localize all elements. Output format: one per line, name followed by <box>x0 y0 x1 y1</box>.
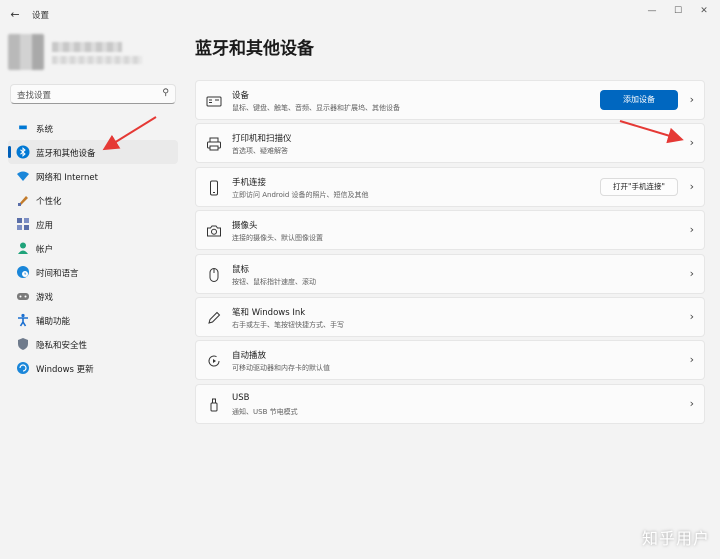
sidebar-item-network[interactable]: 网络和 Internet <box>8 164 178 188</box>
search-icon: ⚲ <box>162 88 169 98</box>
card-title: 打印机和扫描仪 <box>232 134 292 145</box>
camera-icon <box>206 223 222 239</box>
sidebar-item-label: 系统 <box>36 125 54 135</box>
shield-icon <box>16 337 30 351</box>
watermark: 知乎用户 <box>641 529 710 548</box>
card-title: 摄像头 <box>232 221 258 232</box>
account-name-blurred <box>52 42 122 52</box>
sidebar-item-label: 帐户 <box>36 245 54 255</box>
back-arrow-icon[interactable]: ← <box>8 8 22 22</box>
search-input[interactable]: 查找设置 ⚲ <box>10 84 176 104</box>
card-title: 设备 <box>232 91 250 101</box>
chevron-right-icon: › <box>689 93 694 106</box>
card-subtitle: 鼠标、键盘、触笔、音频、显示器和扩展坞、其他设备 <box>232 104 400 112</box>
sidebar-item-label: 时间和语言 <box>36 269 79 279</box>
card-camera[interactable]: 摄像头 连接的摄像头、默认图像设置 › <box>195 210 705 251</box>
sidebar-item-accessibility[interactable]: 辅助功能 <box>8 308 178 332</box>
gamepad-icon <box>16 289 30 303</box>
sidebar-item-time-language[interactable]: 时间和语言 <box>8 260 178 284</box>
mouse-icon <box>206 267 222 283</box>
app-title: 设置 <box>32 11 50 21</box>
sidebar-item-personalization[interactable]: 个性化 <box>8 188 178 212</box>
printer-icon <box>206 136 222 152</box>
card-title: 手机连接 <box>232 177 267 188</box>
account-icon <box>16 241 30 255</box>
chevron-right-icon: › <box>689 266 694 280</box>
devices-icon <box>206 93 222 109</box>
sidebar-item-accounts[interactable]: 帐户 <box>8 236 178 260</box>
sidebar-item-apps[interactable]: 应用 <box>8 212 178 236</box>
card-pen-ink[interactable]: 笔和 Windows Ink 右手或左手、笔按钮快捷方式、手写 › <box>195 296 705 337</box>
chevron-right-icon: › <box>689 223 694 237</box>
card-title: 鼠标 <box>232 264 250 275</box>
chevron-right-icon: › <box>689 396 694 410</box>
accessibility-icon <box>16 313 30 327</box>
card-title: USB <box>232 392 250 403</box>
bluetooth-icon <box>16 145 30 159</box>
sidebar-item-label: 网络和 Internet <box>36 173 98 183</box>
card-subtitle: 通知、USB 节电模式 <box>232 407 298 416</box>
minimize-button[interactable]: — <box>642 4 662 18</box>
sidebar-item-label: 蓝牙和其他设备 <box>36 149 96 159</box>
chevron-right-icon: › <box>689 309 694 323</box>
usb-icon <box>206 397 222 413</box>
search-placeholder: 查找设置 <box>17 91 52 101</box>
apps-icon <box>16 217 30 231</box>
page-title: 蓝牙和其他设备 <box>195 39 314 59</box>
card-subtitle: 右手或左手、笔按钮快捷方式、手写 <box>232 320 344 329</box>
globe-clock-icon <box>16 265 30 279</box>
card-phone-link[interactable]: 手机连接 立即访问 Android 设备的照片、短信及其他 打开"手机连接" › <box>195 166 705 207</box>
card-subtitle: 可移动驱动器和内存卡的默认值 <box>232 364 330 373</box>
card-title: 笔和 Windows Ink <box>232 307 306 318</box>
pen-icon <box>206 310 222 326</box>
card-title: 自动播放 <box>232 351 267 362</box>
sidebar-item-label: 游戏 <box>36 293 54 303</box>
chevron-right-icon: › <box>689 179 694 193</box>
chevron-right-icon: › <box>689 353 694 367</box>
card-printers[interactable]: 打印机和扫描仪 首选项、疑难解答 › <box>195 123 705 164</box>
close-button[interactable]: ✕ <box>694 4 714 18</box>
account-email-blurred <box>52 56 142 64</box>
sidebar-item-label: 个性化 <box>36 197 62 207</box>
sidebar-item-privacy[interactable]: 隐私和安全性 <box>8 332 178 356</box>
card-autoplay[interactable]: 自动播放 可移动驱动器和内存卡的默认值 › <box>195 340 705 381</box>
sidebar-item-bluetooth[interactable]: 蓝牙和其他设备 <box>8 140 178 164</box>
open-phone-link-button[interactable]: 打开"手机连接" <box>600 177 678 196</box>
card-subtitle: 首选项、疑难解答 <box>232 147 288 156</box>
brush-icon <box>16 193 30 207</box>
card-devices[interactable]: 设备 鼠标、键盘、触笔、音频、显示器和扩展坞、其他设备 添加设备 › <box>195 80 705 120</box>
wifi-icon <box>16 169 30 183</box>
card-usb[interactable]: USB 通知、USB 节电模式 › <box>195 383 705 424</box>
sidebar-item-label: 隐私和安全性 <box>36 341 88 351</box>
avatar[interactable] <box>8 34 44 70</box>
monitor-icon: ▬ <box>18 122 28 133</box>
chevron-right-icon: › <box>689 136 694 150</box>
sidebar-item-system[interactable]: ▬ 系统 <box>8 116 178 140</box>
sidebar-item-gaming[interactable]: 游戏 <box>8 284 178 308</box>
card-mouse[interactable]: 鼠标 按钮、鼠标指针速度、滚动 › <box>195 253 705 294</box>
update-icon <box>16 361 30 375</box>
settings-list: 设备 鼠标、键盘、触笔、音频、显示器和扩展坞、其他设备 添加设备 › 打印机和扫… <box>195 80 705 427</box>
maximize-button[interactable]: ☐ <box>668 4 688 18</box>
card-subtitle: 按钮、鼠标指针速度、滚动 <box>232 277 316 286</box>
phone-icon <box>206 180 222 196</box>
title-bar: ← 设置 — ☐ ✕ <box>0 0 720 28</box>
autoplay-icon <box>206 353 222 369</box>
card-subtitle: 连接的摄像头、默认图像设置 <box>232 234 323 243</box>
card-subtitle: 立即访问 Android 设备的照片、短信及其他 <box>232 190 369 199</box>
sidebar-item-label: Windows 更新 <box>36 365 94 375</box>
sidebar-item-label: 应用 <box>36 221 54 231</box>
sidebar-item-label: 辅助功能 <box>36 317 71 327</box>
add-device-button[interactable]: 添加设备 <box>600 90 678 110</box>
sidebar-nav: ▬ 系统 蓝牙和其他设备 网络和 Internet 个性化 应用 帐户 时间和语… <box>8 116 178 380</box>
sidebar-item-windows-update[interactable]: Windows 更新 <box>8 356 178 380</box>
